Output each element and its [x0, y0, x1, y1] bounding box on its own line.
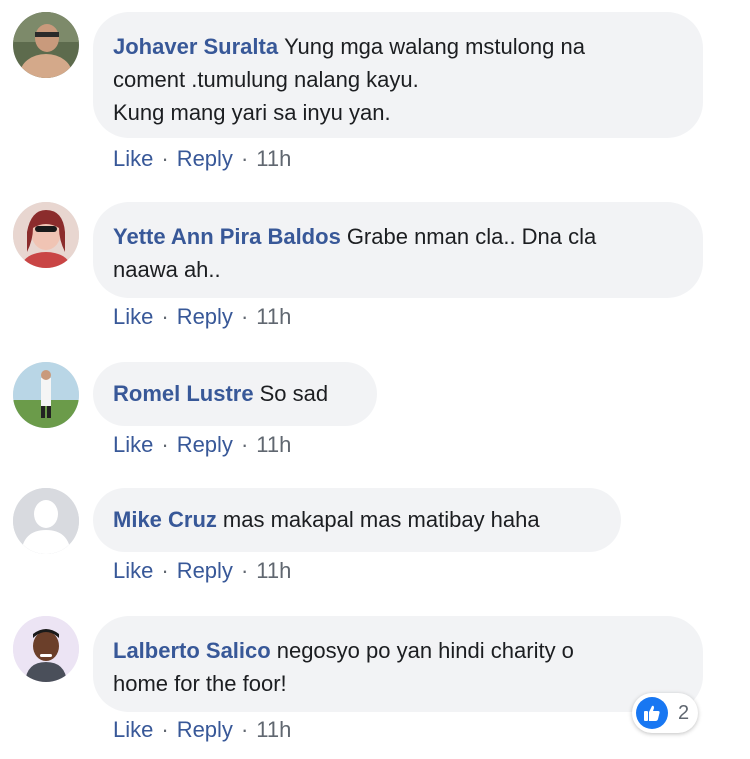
comment-actions: Like · Reply · 11h	[113, 146, 291, 172]
comment-bubble: Mike Cruz mas makapal mas matibay haha	[93, 488, 621, 552]
comment-actions: Like · Reply · 11h	[113, 558, 291, 584]
comment-actions: Like · Reply · 11h	[113, 717, 291, 743]
reaction-count: 2	[678, 701, 690, 724]
separator: ·	[240, 717, 249, 742]
like-link[interactable]: Like	[113, 432, 153, 457]
comment-text: Kung mang yari sa inyu yan.	[113, 100, 391, 125]
timestamp[interactable]: 11h	[256, 558, 291, 583]
separator: ·	[240, 304, 249, 329]
like-link[interactable]: Like	[113, 146, 153, 171]
comment-actions: Like · Reply · 11h	[113, 304, 291, 330]
comment-author[interactable]: Lalberto Salico	[113, 638, 271, 663]
reactions-summary[interactable]: 2	[632, 693, 698, 733]
reply-link[interactable]: Reply	[177, 432, 233, 457]
thumbs-up-icon	[636, 697, 668, 729]
like-link[interactable]: Like	[113, 717, 153, 742]
reply-link[interactable]: Reply	[177, 717, 233, 742]
separator: ·	[240, 146, 249, 171]
like-link[interactable]: Like	[113, 304, 153, 329]
comment-bubble: Romel Lustre So sad	[93, 362, 377, 426]
comment-text: Grabe nman cla.. Dna cla	[346, 224, 597, 249]
comment-author[interactable]: Yette Ann Pira Baldos	[113, 224, 341, 249]
comment-text: home for the foor!	[113, 671, 287, 696]
separator: ·	[161, 432, 169, 457]
reply-link[interactable]: Reply	[177, 558, 233, 583]
comment-bubble: Yette Ann Pira Baldos Grabe nman cla.. Dn…	[93, 202, 703, 298]
reply-link[interactable]: Reply	[177, 304, 233, 329]
comment-text: coment .tumulung nalang kayu.	[113, 67, 419, 92]
separator: ·	[161, 717, 169, 742]
separator: ·	[161, 304, 169, 329]
reply-link[interactable]: Reply	[177, 146, 233, 171]
comment-author[interactable]: Mike Cruz	[113, 507, 217, 532]
separator: ·	[161, 558, 169, 583]
like-link[interactable]: Like	[113, 558, 153, 583]
separator: ·	[161, 146, 169, 171]
separator: ·	[240, 432, 249, 457]
comment-text: So sad	[259, 381, 329, 406]
comment-text: naawa ah..	[113, 257, 221, 282]
comment-bubble: Johaver Suralta Yung mga walang mstulong …	[93, 12, 703, 138]
timestamp[interactable]: 11h	[256, 717, 291, 742]
avatar[interactable]	[13, 362, 79, 428]
comment-text: mas makapal mas matibay haha	[222, 507, 540, 532]
avatar[interactable]	[13, 488, 79, 554]
comment-bubble: Lalberto Salico negosyo po yan hindi char…	[93, 616, 703, 712]
avatar[interactable]	[13, 616, 79, 682]
avatar[interactable]	[13, 202, 79, 268]
timestamp[interactable]: 11h	[256, 146, 291, 171]
comment-actions: Like · Reply · 11h	[113, 432, 291, 458]
comment-author[interactable]: Romel Lustre	[113, 381, 254, 406]
avatar[interactable]	[13, 12, 79, 78]
timestamp[interactable]: 11h	[256, 304, 291, 329]
comment-text: negosyo po yan hindi charity o	[276, 638, 574, 663]
comment-author[interactable]: Johaver Suralta	[113, 34, 278, 59]
separator: ·	[240, 558, 249, 583]
timestamp[interactable]: 11h	[256, 432, 291, 457]
comment-text: Yung mga walang mstulong na	[284, 34, 585, 59]
